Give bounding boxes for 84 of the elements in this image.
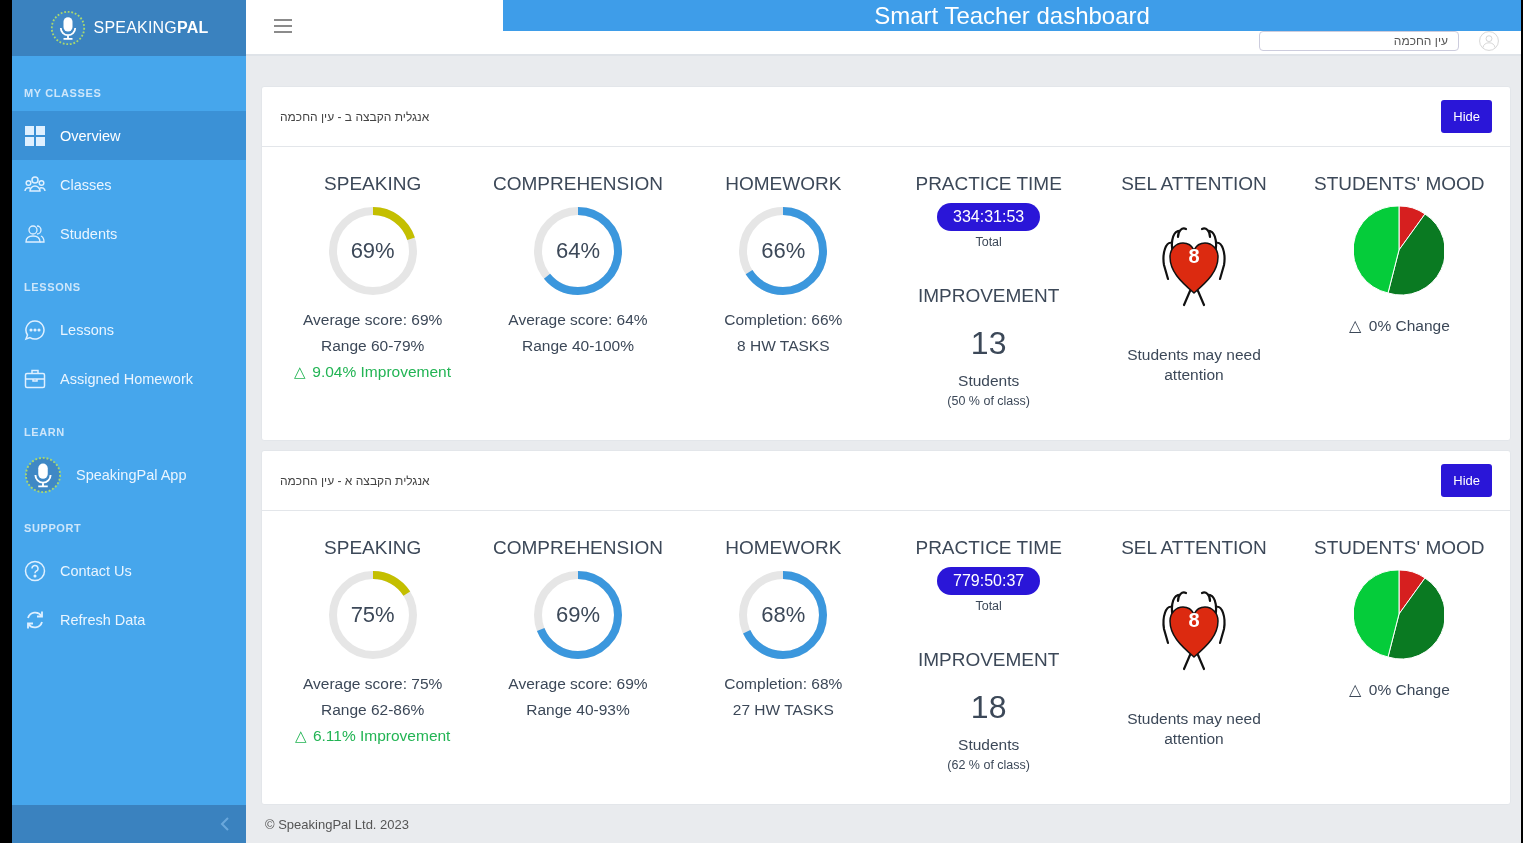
- stat-title: SPEAKING: [324, 537, 422, 559]
- sidebar-item[interactable]: Contact Us: [12, 546, 246, 595]
- class-dropdown[interactable]: עין החכמה: [1259, 31, 1459, 51]
- sidebar-item[interactable]: Refresh Data: [12, 595, 246, 644]
- delta-icon: △: [1348, 681, 1361, 699]
- class-share-text: (62 % of class): [947, 758, 1030, 772]
- delta-icon: △: [1348, 317, 1361, 335]
- stat-title: SPEAKING: [324, 173, 422, 195]
- users-icon: [24, 222, 46, 245]
- attention-count: 8: [1188, 244, 1200, 268]
- sidebar-item[interactable]: Lessons: [12, 305, 246, 354]
- section-heading: LESSONS: [23, 280, 82, 295]
- improvement-count: 13: [970, 325, 1007, 362]
- delta-icon: △: [294, 727, 307, 745]
- practice-time-badge: 334:31:53: [937, 203, 1041, 231]
- chat-icon: [24, 318, 46, 341]
- sidebar-item[interactable]: Overview: [12, 111, 246, 160]
- help-icon: [24, 559, 46, 582]
- sidebar-item[interactable]: SpeakingPal App: [12, 450, 246, 499]
- logo-text: SPEAKINGPAL: [93, 19, 209, 37]
- stat-title: IMPROVEMENT: [917, 649, 1060, 671]
- section-heading: SUPPORT: [23, 521, 83, 536]
- unit-text: Students: [958, 736, 1020, 754]
- hide-button[interactable]: Hide: [1441, 100, 1492, 133]
- hide-button[interactable]: Hide: [1441, 464, 1492, 497]
- stat-title: SEL ATTENTION: [1121, 537, 1267, 559]
- stat-title: SEL ATTENTION: [1121, 173, 1267, 195]
- gauge-value: 75%: [350, 602, 395, 628]
- stat-text: Average score: 69%: [508, 675, 648, 693]
- delta-icon: △: [294, 363, 307, 381]
- menu-icon[interactable]: [274, 18, 292, 33]
- microphone-logo-icon: [24, 455, 62, 494]
- gauge-value: 68%: [761, 602, 806, 628]
- change-text: 0% Change: [1368, 681, 1450, 699]
- stat-text: Average score: 69%: [303, 311, 443, 329]
- stat-text: Average score: 75%: [303, 675, 443, 693]
- practice-time-badge: 779:50:37: [937, 567, 1041, 595]
- gauge-value: 69%: [555, 602, 600, 628]
- section-heading: LEARN: [23, 425, 66, 440]
- class-title: אנגלית הקבצה א - עין החכמה: [280, 473, 430, 488]
- stat-text: Completion: 66%: [724, 311, 843, 329]
- stat-text: Average score: 64%: [508, 311, 648, 329]
- stat-text: 8 HW TASKS: [737, 337, 830, 355]
- sidebar-item[interactable]: Assigned Homework: [12, 354, 246, 403]
- stat-title: PRACTICE TIME: [915, 537, 1062, 559]
- attention-caption: Students may need attention: [1126, 709, 1262, 749]
- stat-title: COMPREHENSION: [493, 173, 663, 195]
- change-text: 0% Change: [1368, 317, 1450, 335]
- stat-title: HOMEWORK: [725, 537, 842, 559]
- class-title: אנגלית הקבצה ב - עין החכמה: [280, 109, 430, 124]
- stat-text: 27 HW TASKS: [732, 701, 834, 719]
- banner-title: Smart Teacher dashboard: [874, 1, 1150, 30]
- stat-text: Range 60-79%: [320, 337, 425, 355]
- gauge-value: 69%: [350, 238, 395, 264]
- stat-text: Range 40-93%: [526, 701, 630, 719]
- copyright-text: © SpeakingPal Ltd. 2023: [264, 815, 410, 834]
- stat-title: PRACTICE TIME: [915, 173, 1062, 195]
- stat-text: Range 40-100%: [521, 337, 634, 355]
- microphone-logo-icon: [49, 10, 86, 46]
- grid-icon: [24, 124, 46, 147]
- avatar-icon[interactable]: [1479, 31, 1499, 51]
- unit-text: Students: [958, 372, 1020, 390]
- stat-title: STUDENTS' MOOD: [1314, 173, 1485, 195]
- gauge-value: 66%: [761, 238, 806, 264]
- stat-title: COMPREHENSION: [493, 537, 663, 559]
- sidebar-item[interactable]: Classes: [12, 160, 246, 209]
- improvement-count: 18: [970, 689, 1007, 726]
- stat-text: Completion: 68%: [724, 675, 843, 693]
- stat-title: HOMEWORK: [725, 173, 842, 195]
- caption-text: Total: [975, 235, 1002, 249]
- improvement-text: 6.11% Improvement: [312, 727, 451, 745]
- class-share-text: (50 % of class): [947, 394, 1030, 408]
- briefcase-icon: [24, 367, 46, 390]
- section-heading: MY CLASSES: [23, 86, 103, 101]
- attention-caption: Students may need attention: [1126, 345, 1262, 385]
- stat-text: Range 62-86%: [320, 701, 425, 719]
- attention-count: 8: [1188, 608, 1200, 632]
- sidebar-item[interactable]: Students: [12, 209, 246, 258]
- improvement-text: 9.04% Improvement: [312, 363, 451, 381]
- gauge-value: 64%: [555, 238, 600, 264]
- stat-title: IMPROVEMENT: [917, 285, 1060, 307]
- stat-title: STUDENTS' MOOD: [1314, 537, 1485, 559]
- caption-text: Total: [975, 599, 1002, 613]
- collapse-chevron-icon[interactable]: [220, 817, 230, 831]
